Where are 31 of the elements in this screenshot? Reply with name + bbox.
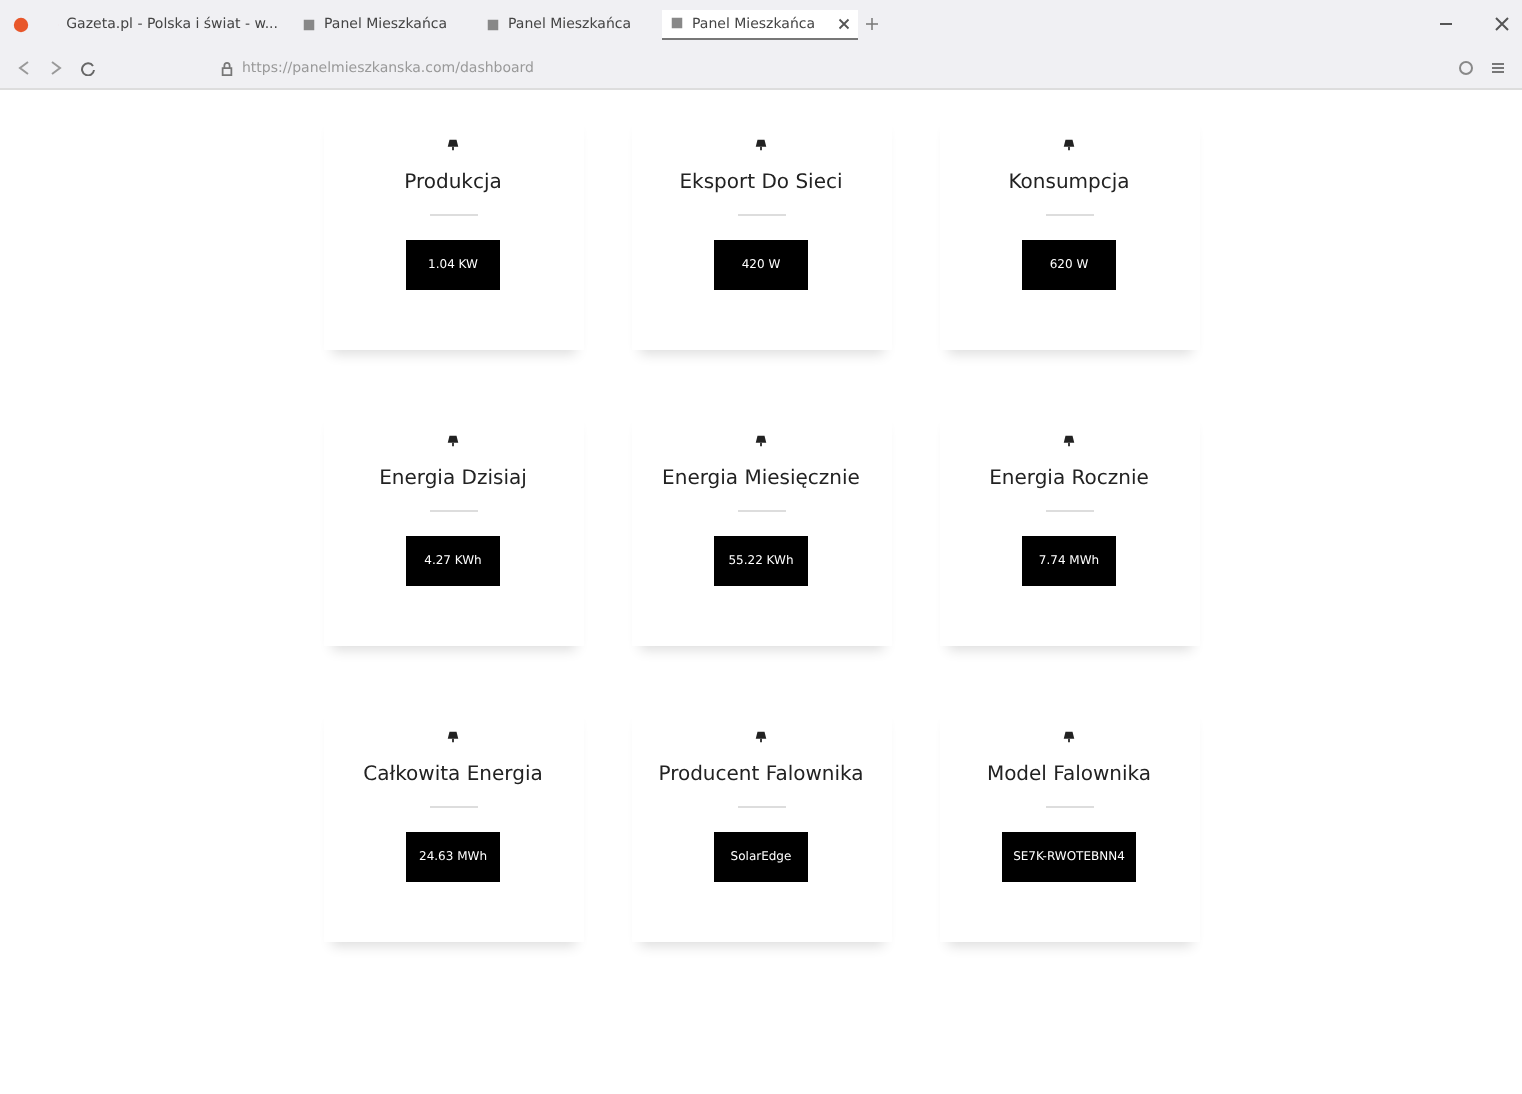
card-title: Energia Miesięcznie bbox=[662, 468, 860, 490]
card-title: Eksport Do Sieci bbox=[679, 172, 843, 194]
back-icon[interactable] bbox=[16, 60, 32, 76]
solar-panel-icon bbox=[1062, 138, 1076, 152]
card-title: Energia Rocznie bbox=[989, 468, 1149, 490]
card-title: Energia Dzisiaj bbox=[379, 468, 527, 490]
reload-icon[interactable] bbox=[80, 60, 96, 76]
forward-icon[interactable] bbox=[48, 60, 64, 76]
browser-logo-icon[interactable] bbox=[12, 15, 30, 33]
extension-icon[interactable] bbox=[1458, 60, 1474, 76]
new-tab-icon[interactable] bbox=[866, 18, 878, 30]
card-title: Produkcja bbox=[404, 172, 502, 194]
menu-icon[interactable] bbox=[1490, 60, 1506, 76]
solar-panel-icon bbox=[754, 434, 768, 448]
close-icon[interactable] bbox=[838, 17, 850, 29]
solar-panel-icon bbox=[754, 138, 768, 152]
card-title: Całkowita Energia bbox=[363, 764, 543, 786]
solar-panel-icon bbox=[446, 434, 460, 448]
card-title: Konsumpcja bbox=[1008, 172, 1130, 194]
card-title: Producent Falownika bbox=[658, 764, 864, 786]
solar-panel-icon bbox=[1062, 434, 1076, 448]
close-icon[interactable] bbox=[1494, 16, 1510, 32]
page-icon bbox=[670, 16, 684, 30]
lock-icon bbox=[220, 61, 234, 75]
solar-panel-icon bbox=[1062, 730, 1076, 744]
card-title: Model Falownika bbox=[986, 764, 1152, 786]
solar-panel-icon bbox=[446, 730, 460, 744]
solar-panel-icon bbox=[446, 138, 460, 152]
page-icon bbox=[486, 17, 500, 31]
solar-panel-icon bbox=[754, 730, 768, 744]
page-icon bbox=[302, 17, 316, 31]
